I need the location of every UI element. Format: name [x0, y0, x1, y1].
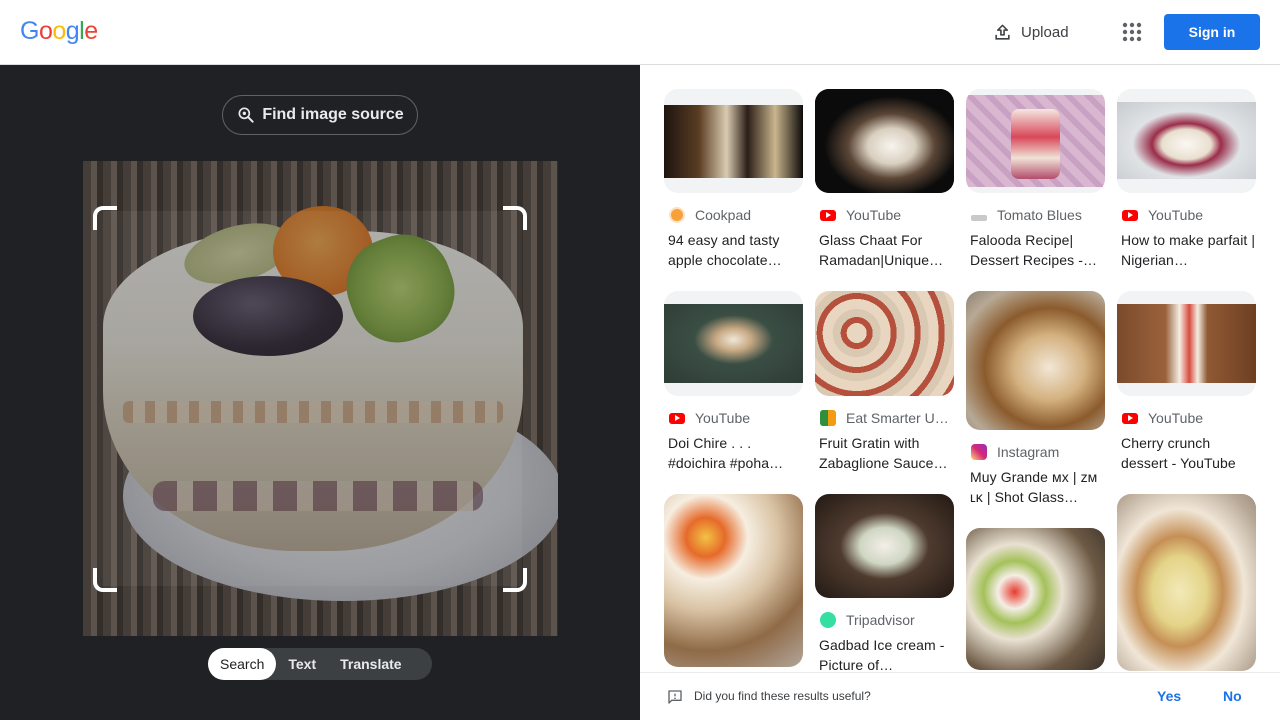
result-thumbnail[interactable]: [1117, 89, 1256, 193]
youtube-icon: [1122, 412, 1138, 424]
result-card[interactable]: Cookpad 94 easy and tasty apple chocolat…: [664, 89, 803, 270]
feedback-yes-button[interactable]: Yes: [1157, 688, 1181, 704]
result-card[interactable]: YouTube Cherry crunch dessert - YouTube: [1117, 291, 1256, 473]
upload-label: Upload: [1021, 23, 1069, 41]
feedback-question: Did you find these results useful?: [694, 689, 871, 703]
selection-area[interactable]: [97, 211, 522, 586]
find-image-source-label: Find image source: [262, 106, 404, 123]
result-card[interactable]: [1117, 494, 1256, 671]
result-thumbnail[interactable]: [664, 89, 803, 193]
result-card[interactable]: [966, 528, 1105, 670]
result-title[interactable]: Cherry crunch dessert - YouTube: [1117, 433, 1256, 473]
lens-mode-switcher: Search Text Translate: [208, 648, 432, 680]
instagram-icon: [971, 444, 987, 460]
result-card[interactable]: YouTube Doi Chire . . . #doichira #poha…: [664, 291, 803, 473]
upload-button[interactable]: Upload: [993, 20, 1069, 44]
apps-grid-icon[interactable]: [1120, 20, 1144, 44]
tripadvisor-icon: [820, 612, 836, 628]
lens-search-icon: [238, 107, 254, 123]
lens-image-panel: Find image source Search Text Translate: [0, 65, 640, 720]
upload-icon: [995, 24, 1010, 40]
result-thumbnail[interactable]: [664, 291, 803, 396]
result-thumbnail[interactable]: [664, 494, 803, 667]
query-image[interactable]: [83, 161, 558, 636]
result-card[interactable]: Tripadvisor Gadbad Ice cream - Picture o…: [815, 494, 954, 672]
feedback-icon: [668, 690, 682, 704]
result-thumbnail[interactable]: [815, 494, 954, 598]
google-logo[interactable]: Google: [20, 17, 98, 46]
feedback-no-button[interactable]: No: [1223, 688, 1242, 704]
youtube-icon: [820, 209, 836, 221]
result-title[interactable]: Muy Grande ᴍx | ᴢᴍ ʟᴋ | Shot Glass…: [966, 467, 1105, 507]
result-thumbnail[interactable]: [966, 528, 1105, 670]
visual-matches-grid: Cookpad 94 easy and tasty apple chocolat…: [640, 65, 1280, 672]
result-card[interactable]: YouTube Glass Chaat For Ramadan|Unique…: [815, 89, 954, 270]
result-title[interactable]: Glass Chaat For Ramadan|Unique…: [815, 230, 954, 270]
mode-text-tab[interactable]: Text: [276, 648, 328, 680]
eat-smarter-icon: [820, 410, 836, 426]
result-title[interactable]: How to make parfait | Nigerian…: [1117, 230, 1256, 270]
result-thumbnail[interactable]: [1117, 291, 1256, 396]
tomato-blues-icon: [971, 215, 987, 221]
crop-handle-bottom-left[interactable]: [93, 568, 117, 592]
result-title[interactable]: 94 easy and tasty apple chocolate…: [664, 230, 803, 270]
result-title[interactable]: Gadbad Ice cream - Picture of…: [815, 635, 954, 672]
crop-handle-top-left[interactable]: [93, 206, 117, 230]
feedback-bar: Did you find these results useful? Yes N…: [640, 672, 1280, 720]
find-image-source-button[interactable]: Find image source: [222, 95, 418, 135]
mode-translate-tab[interactable]: Translate: [328, 648, 413, 680]
top-bar: Google Upload Sign in: [0, 0, 1280, 65]
result-card[interactable]: [664, 494, 803, 667]
result-thumbnail[interactable]: [966, 291, 1105, 430]
result-thumbnail[interactable]: [966, 89, 1105, 193]
mode-search-tab[interactable]: Search: [208, 648, 277, 680]
crop-handle-top-right[interactable]: [503, 206, 527, 230]
result-title[interactable]: Fruit Gratin with Zabaglione Sauce…: [815, 433, 954, 473]
sign-in-button[interactable]: Sign in: [1164, 14, 1260, 50]
youtube-icon: [1122, 209, 1138, 221]
result-thumbnail[interactable]: [815, 89, 954, 193]
result-card[interactable]: YouTube How to make parfait | Nigerian…: [1117, 89, 1256, 270]
result-title[interactable]: Doi Chire . . . #doichira #poha…: [664, 433, 803, 473]
crop-handle-bottom-right[interactable]: [503, 568, 527, 592]
result-thumbnail[interactable]: [1117, 494, 1256, 671]
result-card[interactable]: Tomato Blues Falooda Recipe| Dessert Rec…: [966, 89, 1105, 270]
result-card[interactable]: Instagram Muy Grande ᴍx | ᴢᴍ ʟᴋ | Shot G…: [966, 291, 1105, 507]
youtube-icon: [669, 412, 685, 424]
result-card[interactable]: Eat Smarter U… Fruit Gratin with Zabagli…: [815, 291, 954, 473]
cookpad-icon: [669, 207, 685, 223]
result-title[interactable]: Falooda Recipe| Dessert Recipes -…: [966, 230, 1105, 270]
result-thumbnail[interactable]: [815, 291, 954, 396]
